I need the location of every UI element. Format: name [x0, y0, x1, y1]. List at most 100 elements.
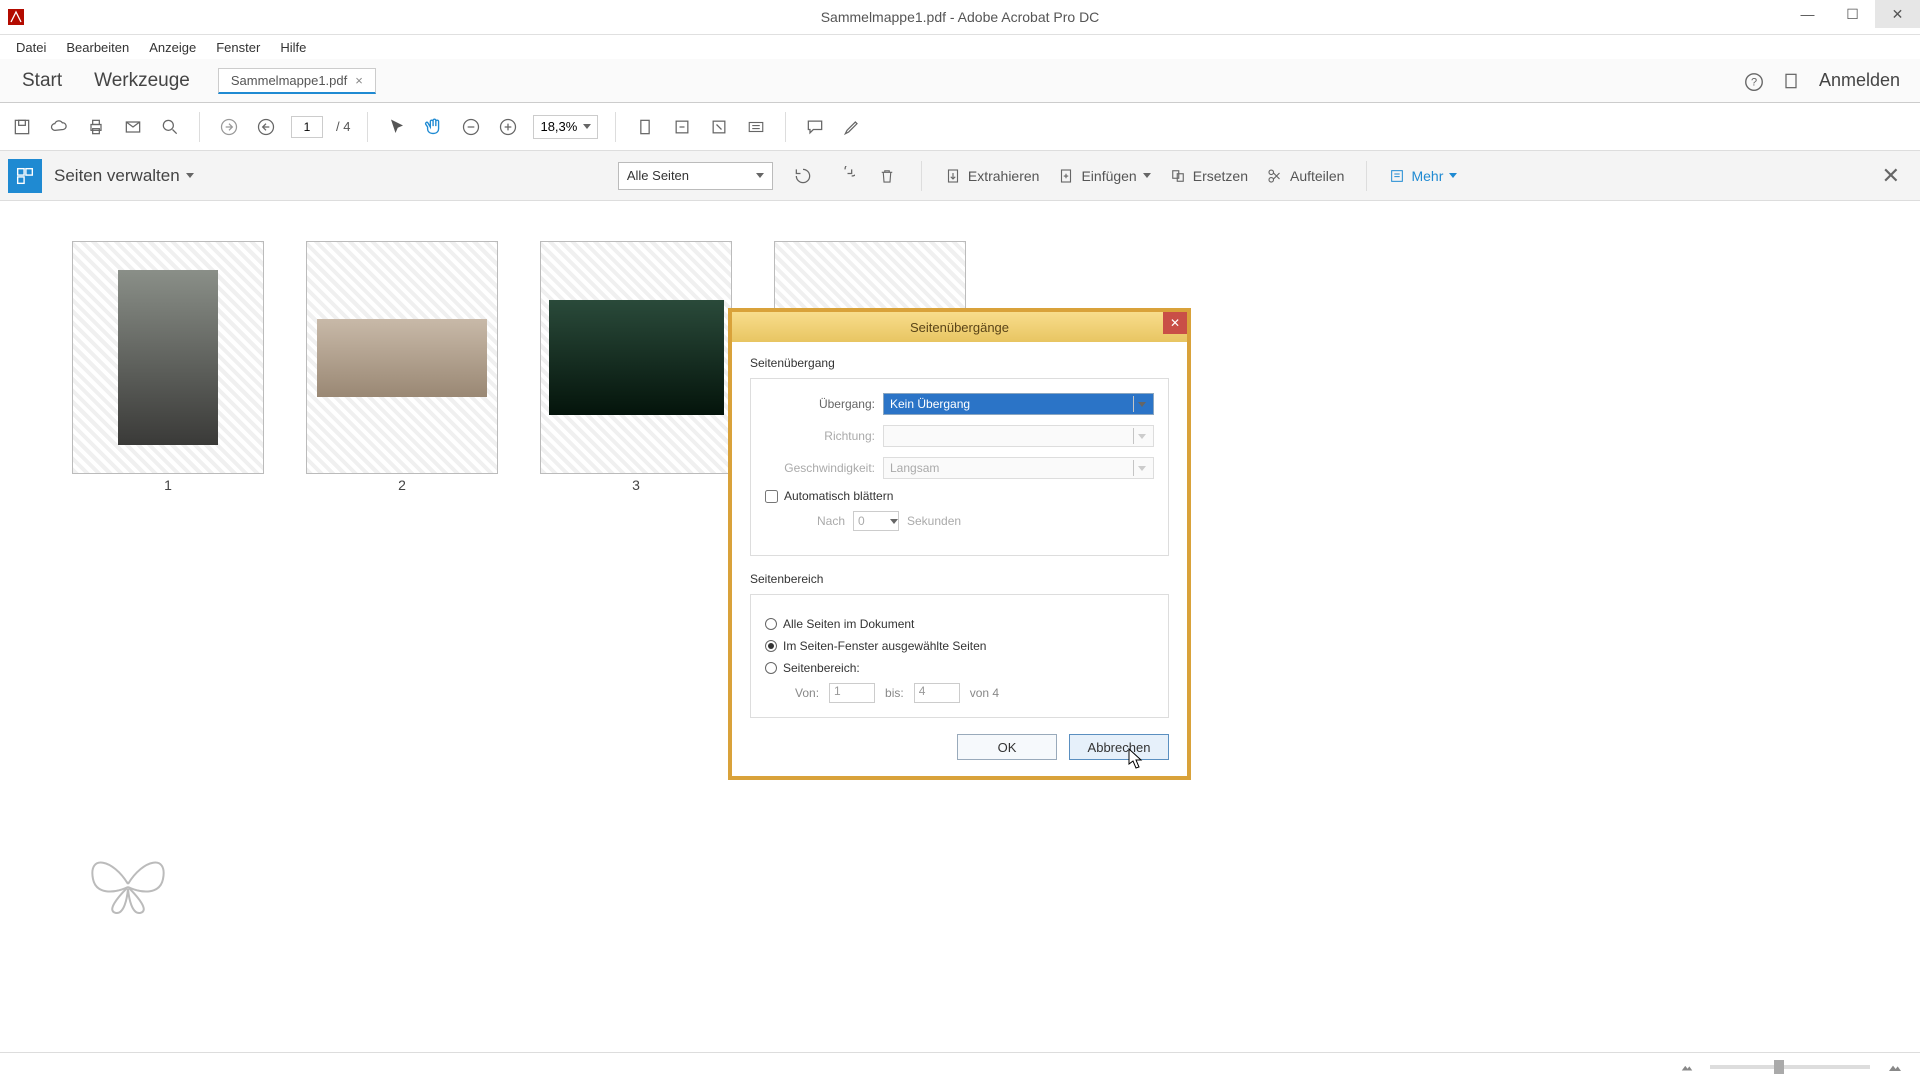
radio-all-pages[interactable]: Alle Seiten im Dokument	[765, 617, 1154, 631]
after-label: Nach	[785, 514, 845, 528]
separator	[199, 112, 200, 142]
chevron-down-icon	[1449, 173, 1457, 178]
login-link[interactable]: Anmelden	[1819, 70, 1900, 91]
ok-button[interactable]: OK	[957, 734, 1057, 760]
selection-tool-icon[interactable]	[385, 115, 409, 139]
tab-tools[interactable]: Werkzeuge	[78, 64, 206, 98]
range-fieldset: Alle Seiten im Dokument Im Seiten-Fenste…	[750, 594, 1169, 718]
radio-icon	[765, 662, 777, 674]
chevron-down-icon	[1133, 460, 1149, 476]
window-minimize-button[interactable]: —	[1785, 0, 1830, 28]
of-total-label: von 4	[970, 686, 999, 700]
chevron-down-icon	[1143, 173, 1151, 178]
transition-fieldset: Übergang: Kein Übergang Richtung: Geschw…	[750, 378, 1169, 556]
search-icon[interactable]	[158, 115, 182, 139]
page-thumbnail[interactable]: 1	[72, 241, 264, 493]
window-maximize-button[interactable]: ☐	[1830, 0, 1875, 28]
fit-page-icon[interactable]	[670, 115, 694, 139]
from-label: Von:	[795, 686, 819, 700]
cloud-icon[interactable]	[47, 115, 71, 139]
page-prev-icon[interactable]	[217, 115, 241, 139]
butterfly-watermark-icon	[78, 839, 178, 919]
to-input[interactable]: 4	[914, 683, 960, 703]
chevron-down-icon	[890, 519, 898, 524]
menu-file[interactable]: Datei	[6, 38, 56, 57]
mouse-cursor-icon	[1128, 748, 1144, 770]
page-total-label: / 4	[336, 119, 350, 134]
transition-select[interactable]: Kein Übergang	[883, 393, 1154, 415]
rotate-right-icon[interactable]	[833, 164, 857, 188]
highlight-icon[interactable]	[840, 115, 864, 139]
auto-flip-label: Automatisch blättern	[784, 489, 893, 503]
email-icon[interactable]	[121, 115, 145, 139]
split-button[interactable]: Aufteilen	[1266, 167, 1344, 185]
thumbnail-page-number: 2	[306, 477, 498, 493]
comment-icon[interactable]	[803, 115, 827, 139]
replace-button[interactable]: Ersetzen	[1169, 167, 1248, 185]
separator	[1366, 161, 1367, 191]
thumbnails-large-icon[interactable]	[1884, 1059, 1906, 1075]
more-button[interactable]: Mehr	[1389, 168, 1457, 184]
organize-pages-title[interactable]: Seiten verwalten	[54, 166, 194, 186]
thumbnails-small-icon[interactable]	[1678, 1060, 1696, 1074]
extract-button[interactable]: Extrahieren	[944, 167, 1040, 185]
thumbnail-image	[317, 319, 487, 397]
page-number-input[interactable]	[291, 116, 323, 138]
dialog-titlebar[interactable]: Seitenübergänge ✕	[732, 312, 1187, 342]
thumbnail-page-number: 3	[540, 477, 732, 493]
insert-button[interactable]: Einfügen	[1057, 167, 1150, 185]
separator	[921, 161, 922, 191]
tab-document-close-icon[interactable]: ×	[355, 73, 363, 88]
chevron-down-icon	[1133, 396, 1149, 412]
seconds-label: Sekunden	[907, 514, 961, 528]
tab-document-label: Sammelmappe1.pdf	[231, 73, 347, 88]
save-icon[interactable]	[10, 115, 34, 139]
radio-page-range[interactable]: Seitenbereich:	[765, 661, 1154, 675]
direction-label: Richtung:	[765, 429, 875, 443]
menu-view[interactable]: Anzeige	[139, 38, 206, 57]
zoom-level-select[interactable]: 18,3%	[533, 115, 598, 139]
hand-tool-icon[interactable]	[422, 115, 446, 139]
window-controls: — ☐ ✕	[1785, 0, 1920, 28]
page-thumbnail[interactable]: 2	[306, 241, 498, 493]
thumbnail-image	[118, 270, 218, 445]
notifications-icon[interactable]	[1781, 71, 1801, 91]
menu-window[interactable]: Fenster	[206, 38, 270, 57]
range-group-label: Seitenbereich	[750, 572, 1169, 586]
help-icon[interactable]: ?	[1743, 71, 1763, 91]
close-panel-button[interactable]: ✕	[1882, 163, 1912, 189]
chevron-down-icon	[186, 173, 194, 178]
zoom-slider[interactable]	[1710, 1065, 1870, 1069]
speed-label: Geschwindigkeit:	[765, 461, 875, 475]
tab-start[interactable]: Start	[6, 64, 78, 98]
cancel-button[interactable]: Abbrechen	[1069, 734, 1169, 760]
zoom-out-icon[interactable]	[459, 115, 483, 139]
radio-selected-pages[interactable]: Im Seiten-Fenster ausgewählte Seiten	[765, 639, 1154, 653]
page-thumbnail[interactable]: 3	[540, 241, 732, 493]
zoom-in-icon[interactable]	[496, 115, 520, 139]
organize-pages-bar: Seiten verwalten Alle Seiten Extrahieren…	[0, 151, 1920, 201]
menu-edit[interactable]: Bearbeiten	[56, 38, 139, 57]
window-close-button[interactable]: ✕	[1875, 0, 1920, 28]
to-label: bis:	[885, 686, 904, 700]
dialog-close-button[interactable]: ✕	[1163, 312, 1187, 334]
auto-flip-checkbox[interactable]	[765, 490, 778, 503]
window-title: Sammelmappe1.pdf - Adobe Acrobat Pro DC	[821, 9, 1100, 25]
page-next-icon[interactable]	[254, 115, 278, 139]
transition-label: Übergang:	[765, 397, 875, 411]
separator	[785, 112, 786, 142]
tab-document[interactable]: Sammelmappe1.pdf ×	[218, 68, 376, 94]
rotate-view-icon[interactable]	[707, 115, 731, 139]
read-mode-icon[interactable]	[744, 115, 768, 139]
from-input[interactable]: 1	[829, 683, 875, 703]
rotate-left-icon[interactable]	[791, 164, 815, 188]
status-bar	[0, 1052, 1920, 1080]
fit-width-icon[interactable]	[633, 115, 657, 139]
svg-text:?: ?	[1751, 76, 1757, 88]
menu-help[interactable]: Hilfe	[270, 38, 316, 57]
after-seconds-input: 0	[853, 511, 899, 531]
print-icon[interactable]	[84, 115, 108, 139]
window-titlebar: Sammelmappe1.pdf - Adobe Acrobat Pro DC …	[0, 0, 1920, 35]
delete-icon[interactable]	[875, 164, 899, 188]
page-filter-select[interactable]: Alle Seiten	[618, 162, 773, 190]
